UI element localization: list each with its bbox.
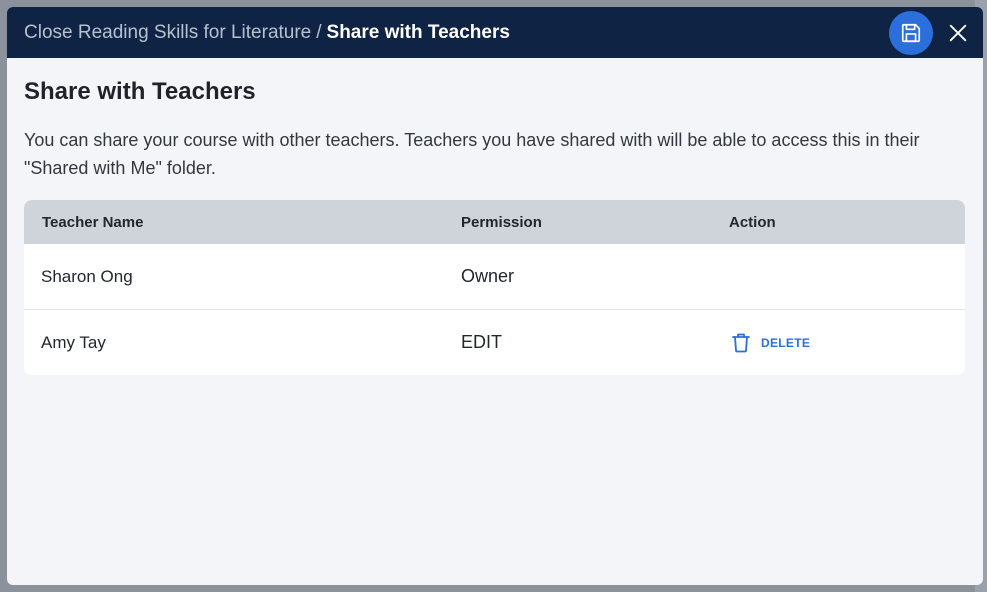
teacher-name: Amy Tay bbox=[41, 332, 106, 352]
breadcrumb-current: Share with Teachers bbox=[326, 21, 510, 43]
trash-icon bbox=[732, 333, 750, 353]
page-title: Share with Teachers bbox=[24, 78, 256, 105]
delete-button[interactable]: DELETE bbox=[731, 332, 965, 353]
delete-label: DELETE bbox=[761, 335, 811, 350]
modal-header: Close Reading Skills for Literature / Sh… bbox=[7, 7, 983, 58]
teacher-permission: Owner bbox=[461, 266, 515, 286]
breadcrumb: Close Reading Skills for Literature / Sh… bbox=[24, 22, 510, 44]
table-row: Amy Tay EDIT DELETE bbox=[24, 310, 965, 375]
breadcrumb-separator: / bbox=[316, 21, 322, 43]
table-header: Teacher Name Permission Action bbox=[24, 200, 965, 244]
modal-content: Share with Teachers You can share your c… bbox=[7, 58, 983, 375]
close-button[interactable] bbox=[943, 18, 973, 48]
breadcrumb-course[interactable]: Close Reading Skills for Literature bbox=[24, 22, 311, 44]
close-icon bbox=[949, 24, 967, 41]
column-header-permission: Permission bbox=[461, 213, 542, 231]
share-description: You can share your course with other tea… bbox=[24, 130, 920, 178]
teacher-name: Sharon Ong bbox=[41, 266, 133, 286]
teachers-table: Teacher Name Permission Action Sharon On… bbox=[24, 200, 965, 375]
column-header-action: Action bbox=[729, 213, 776, 231]
teacher-action: DELETE bbox=[729, 332, 965, 353]
header-actions bbox=[889, 10, 973, 55]
teacher-permission: EDIT bbox=[461, 332, 503, 352]
floppy-disk-icon bbox=[901, 23, 921, 42]
save-button[interactable] bbox=[889, 10, 933, 55]
column-header-teacher-name: Teacher Name bbox=[42, 213, 144, 231]
share-modal: Close Reading Skills for Literature / Sh… bbox=[7, 7, 983, 585]
table-row: Sharon Ong Owner bbox=[24, 244, 965, 310]
